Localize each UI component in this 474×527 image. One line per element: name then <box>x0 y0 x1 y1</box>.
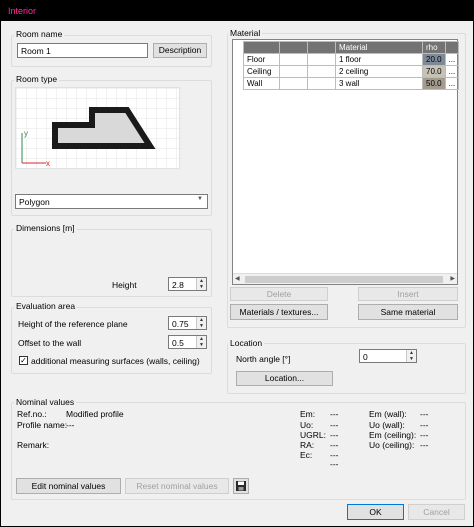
north-angle-input[interactable]: 0 ▲ ▼ <box>359 349 417 363</box>
north-angle-label: North angle [°] <box>236 354 291 364</box>
chevron-down-icon: ▼ <box>197 196 203 202</box>
column-header-rho: rho <box>422 41 446 54</box>
metric-label: Em (wall): <box>369 409 407 419</box>
nominal-values-group-label: Nominal values <box>14 397 77 407</box>
column-header-2 <box>279 41 308 54</box>
location-group-label: Location <box>228 338 265 348</box>
additional-surfaces-checkbox[interactable]: ✓ <box>19 356 28 365</box>
same-material-button[interactable]: Same material <box>358 304 458 320</box>
room-type-selected: Polygon <box>19 197 50 207</box>
profile-name-label: Profile name: <box>17 420 68 430</box>
surface-cell[interactable]: Ceiling <box>243 65 280 78</box>
reference-plane-spinner[interactable]: ▲ ▼ <box>196 317 206 329</box>
reference-plane-input[interactable]: 0.75 ▲ ▼ <box>168 316 207 330</box>
save-icon <box>236 481 246 491</box>
refno-value: Modified profile <box>66 409 124 419</box>
room-name-input[interactable]: Room 1 <box>17 43 148 58</box>
material-group-label: Material <box>228 28 263 38</box>
column-header-more <box>444 41 460 54</box>
offset-input[interactable]: 0.5 ▲ ▼ <box>168 335 207 349</box>
room-type-select[interactable]: Polygon ▼ <box>15 194 208 209</box>
svg-text:y: y <box>24 129 28 138</box>
rho-cell[interactable]: 50.0 <box>422 77 446 90</box>
scrollbar-thumb[interactable] <box>245 276 443 283</box>
room-name-group-label: Room name <box>14 29 65 39</box>
reference-plane-label: Height of the reference plane <box>18 319 128 329</box>
north-angle-spinner[interactable]: ▲ ▼ <box>406 350 416 362</box>
offset-label: Offset to the wall <box>18 338 82 348</box>
metric-value: --- <box>330 430 339 440</box>
location-button[interactable]: Location... <box>236 371 333 386</box>
material-table-header: Material rho <box>243 41 460 54</box>
metric-value: --- <box>420 420 429 430</box>
metric-value: --- <box>330 440 339 450</box>
table-row[interactable]: Wall 3 wall 50.0 ... <box>243 77 460 90</box>
offset-value: 0.5 <box>172 338 184 348</box>
cancel-button[interactable]: Cancel <box>408 504 465 520</box>
room-shape-preview: y x <box>15 87 181 170</box>
insert-button[interactable]: Insert <box>358 287 458 301</box>
ec-extra-value: --- <box>330 459 339 469</box>
title-bar: Interior <box>1 1 473 21</box>
material-cell[interactable]: 1 floor <box>335 53 423 66</box>
height-spinner[interactable]: ▲ ▼ <box>196 278 206 290</box>
offset-spinner[interactable]: ▲ ▼ <box>196 336 206 348</box>
surface-cell[interactable]: Floor <box>243 53 280 66</box>
metric-value: --- <box>420 409 429 419</box>
more-button[interactable]: ... <box>444 65 460 78</box>
metric-label: Ec: <box>300 450 313 460</box>
room-type-group-label: Room type <box>14 74 60 84</box>
metric-label: Uo (ceiling): <box>369 440 415 450</box>
room-polygon-drawing: y x <box>16 88 181 170</box>
height-input[interactable]: 2.8 ▲ ▼ <box>168 277 207 291</box>
reset-nominal-values-button[interactable]: Reset nominal values <box>125 478 229 494</box>
window-title: Interior <box>8 6 37 16</box>
save-button[interactable] <box>233 478 249 494</box>
metric-value: --- <box>330 420 339 430</box>
description-button[interactable]: Description <box>153 43 207 58</box>
more-button[interactable]: ... <box>444 77 460 90</box>
scroll-left-icon[interactable]: ◀ <box>235 275 240 282</box>
surface-cell[interactable]: Wall <box>243 77 280 90</box>
table-row[interactable]: Floor 1 floor 20.0 ... <box>243 53 460 66</box>
table-row[interactable]: Ceiling 2 ceiling 70.0 ... <box>243 65 460 78</box>
materials-textures-button[interactable]: Materials / textures... <box>230 304 328 320</box>
height-label: Height <box>112 280 137 290</box>
refno-label: Ref.no.: <box>17 409 47 419</box>
metric-label: Uo (wall): <box>369 420 405 430</box>
interior-dialog: Interior Room name Room 1 Description Ro… <box>0 0 474 527</box>
ok-button[interactable]: OK <box>347 504 404 520</box>
rho-cell[interactable]: 20.0 <box>422 53 446 66</box>
edit-nominal-values-button[interactable]: Edit nominal values <box>16 478 121 494</box>
delete-button[interactable]: Delete <box>230 287 328 301</box>
north-angle-value: 0 <box>363 352 368 362</box>
metric-value: --- <box>420 430 429 440</box>
rho-cell[interactable]: 70.0 <box>422 65 446 78</box>
metric-value: --- <box>420 440 429 450</box>
evaluation-area-group-label: Evaluation area <box>14 301 78 311</box>
dimensions-group-label: Dimensions [m] <box>14 223 77 233</box>
remark-label: Remark: <box>17 440 50 450</box>
metric-label: RA: <box>300 440 315 450</box>
metric-label: Em (ceiling): <box>369 430 417 440</box>
horizontal-scrollbar[interactable]: ◀ ▶ <box>233 273 457 284</box>
column-header-3 <box>307 41 336 54</box>
metric-label: Em: <box>300 409 316 419</box>
column-header-material: Material <box>335 41 423 54</box>
scroll-right-icon[interactable]: ▶ <box>450 275 455 282</box>
column-header-surface <box>243 41 280 54</box>
height-value: 2.8 <box>172 280 184 290</box>
material-cell[interactable]: 3 wall <box>335 77 423 90</box>
svg-text:x: x <box>46 159 50 168</box>
additional-surfaces-label: additional measuring surfaces (walls, ce… <box>31 356 200 366</box>
material-cell[interactable]: 2 ceiling <box>335 65 423 78</box>
metric-label: Uo: <box>300 420 314 430</box>
location-group <box>227 343 466 394</box>
reference-plane-value: 0.75 <box>172 319 189 329</box>
more-button[interactable]: ... <box>444 53 460 66</box>
material-table: Material rho Floor 1 floor 20.0 ... Ceil… <box>243 41 460 90</box>
metric-value: --- <box>330 409 339 419</box>
profile-name-value: --- <box>66 420 75 430</box>
metric-label: UGRL: <box>300 430 326 440</box>
